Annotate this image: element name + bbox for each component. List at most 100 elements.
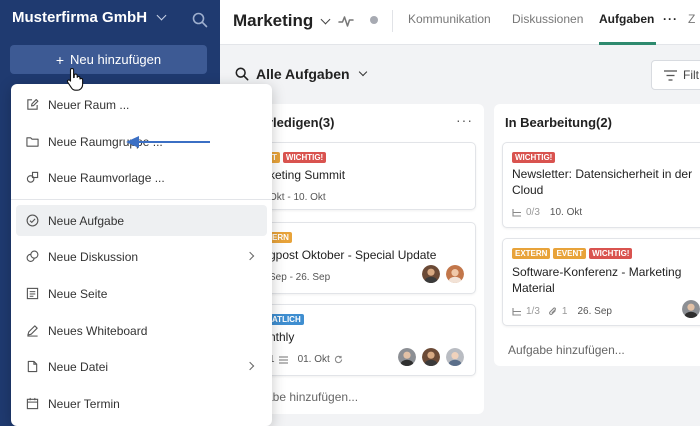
menu-item-new-whiteboard[interactable]: Neues Whiteboard	[16, 315, 267, 346]
filter-button[interactable]: Filt	[651, 60, 700, 90]
task-title: nthly	[269, 330, 295, 344]
activity-icon[interactable]	[338, 13, 354, 29]
tag-badge: WICHTIG!	[589, 248, 633, 259]
column-title: In Bearbeitung(2)	[505, 115, 612, 130]
task-title: gpost Oktober - Special Update	[269, 248, 437, 262]
task-title: Material	[512, 281, 555, 295]
file-icon	[27, 360, 38, 373]
folder-icon	[26, 137, 39, 147]
search-icon	[235, 67, 249, 81]
board-column-in-progress: In Bearbeitung(2) WICHTIG! Newsletter: D…	[494, 104, 700, 366]
more-tabs-button[interactable]: ···	[663, 12, 678, 26]
menu-item-label: Neuer Termin	[48, 396, 120, 411]
subtasks-icon	[512, 307, 521, 316]
view-selector[interactable]: Alle Aufgaben	[235, 66, 367, 82]
add-task-link[interactable]: Aufgabe hinzufügen...	[508, 343, 625, 357]
task-title: Cloud	[512, 183, 544, 197]
menu-item-label: Neue Aufgabe	[48, 213, 125, 228]
check-circle-icon	[26, 214, 39, 227]
org-switcher[interactable]: Musterfirma GmbH	[12, 9, 167, 26]
board-column-todo: rledigen(3) ··· T WICHTIG! keting Summit…	[236, 104, 484, 414]
task-date: Okt - 10. Okt	[269, 192, 326, 203]
menu-item-label: Neue Seite	[48, 286, 108, 301]
menu-item-label: Neues Whiteboard	[48, 323, 148, 338]
plus-icon: +	[55, 51, 65, 68]
page-icon	[26, 287, 39, 300]
menu-item-new-room[interactable]: Neuer Raum ...	[16, 89, 267, 120]
avatar[interactable]	[421, 347, 441, 367]
tab-aufgaben[interactable]: Aufgaben	[599, 12, 654, 26]
chevron-down-icon	[320, 14, 331, 24]
attachment-count: 1	[561, 306, 568, 317]
task-title: Software-Konferenz - Marketing	[512, 265, 682, 279]
search-icon[interactable]	[192, 12, 208, 28]
avatar[interactable]	[681, 299, 700, 319]
attachment-icon	[548, 306, 556, 315]
task-card[interactable]: WICHTIG! Newsletter: Datensicherheit in …	[502, 142, 700, 228]
menu-item-new-page[interactable]: Neue Seite	[16, 278, 267, 309]
subtask-count: 1/3	[526, 306, 540, 317]
column-more-button[interactable]: ···	[456, 112, 473, 128]
hand-cursor-icon	[66, 67, 84, 91]
task-date: 26. Sep	[577, 306, 612, 317]
divider	[392, 10, 393, 32]
edit-icon	[27, 99, 39, 110]
tag-badge: WICHTIG!	[282, 152, 327, 163]
filter-icon	[664, 69, 677, 81]
add-new-button[interactable]: + Neu hinzufügen	[10, 45, 207, 74]
discussion-icon	[26, 250, 39, 262]
task-card[interactable]: EXTERN EVENT WICHTIG! Software-Konferenz…	[502, 238, 700, 326]
tab-kommunikation[interactable]: Kommunikation	[408, 12, 491, 26]
subtasks-icon	[512, 208, 521, 217]
template-icon	[26, 171, 39, 183]
menu-item-label: Neue Diskussion	[48, 249, 139, 264]
pen-icon	[27, 325, 38, 337]
task-meta: 0/3 10. Okt	[512, 207, 582, 218]
tag-badge: EVENT	[553, 248, 587, 259]
task-card[interactable]: ERN gpost Oktober - Special Update Sep -…	[244, 222, 476, 294]
chevron-down-icon	[358, 67, 367, 77]
tab-diskussionen[interactable]: Diskussionen	[512, 12, 583, 26]
view-label: Alle Aufgaben	[256, 66, 350, 82]
avatar[interactable]	[445, 347, 465, 367]
tag-badge: ERN	[269, 232, 292, 243]
chevron-down-icon	[156, 10, 167, 21]
avatar[interactable]	[397, 347, 417, 367]
subtask-count: 0/3	[526, 207, 540, 218]
avatar[interactable]	[445, 264, 465, 284]
task-title: keting Summit	[269, 168, 346, 182]
menu-item-new-task[interactable]: Neue Aufgabe	[16, 205, 267, 236]
room-title[interactable]: Marketing	[233, 11, 331, 31]
task-meta: 1 01. Okt	[269, 354, 343, 365]
menu-item-label: Neuer Raum ...	[48, 97, 130, 112]
avatar[interactable]	[421, 264, 441, 284]
calendar-icon	[26, 397, 39, 410]
task-title: Newsletter: Datensicherheit in der	[512, 167, 693, 181]
org-name: Musterfirma GmbH	[12, 9, 148, 26]
add-task-link[interactable]: abe hinzufügen...	[266, 390, 358, 404]
room-title-text: Marketing	[233, 11, 314, 30]
filter-label: Filt	[683, 68, 699, 82]
task-meta: 1/3 1 26. Sep	[512, 306, 612, 317]
tag-badge: ATLICH	[269, 314, 304, 325]
task-date: 10. Okt	[549, 207, 583, 218]
task-card[interactable]: T WICHTIG! keting Summit Okt - 10. Okt	[244, 142, 476, 210]
task-date: 01. Okt	[297, 354, 330, 365]
menu-item-new-discussion[interactable]: Neue Diskussion	[16, 241, 267, 272]
menu-item-new-file[interactable]: Neue Datei	[16, 351, 267, 382]
arrow-annotation-icon	[126, 136, 210, 148]
chevron-right-icon	[245, 251, 255, 261]
menu-item-label: Neue Raumvorlage ...	[48, 170, 165, 185]
column-title: rledigen(3)	[268, 115, 335, 130]
repeat-icon	[334, 355, 343, 364]
menu-item-new-appointment[interactable]: Neuer Termin	[16, 388, 267, 419]
menu-item-label: Neue Datei	[48, 359, 109, 374]
tab-z[interactable]: Z	[688, 12, 695, 26]
task-card[interactable]: ATLICH nthly 1 01. Okt	[244, 304, 476, 376]
tag-badge: EXTERN	[512, 248, 551, 259]
header-bar: Marketing Kommunikation Diskussionen Auf…	[220, 0, 700, 45]
filter-bar: Alle Aufgaben Filt	[220, 46, 700, 101]
task-date: Sep - 26. Sep	[269, 272, 331, 283]
menu-item-new-room-template[interactable]: Neue Raumvorlage ...	[16, 162, 267, 193]
add-new-label: Neu hinzufügen	[70, 52, 162, 67]
